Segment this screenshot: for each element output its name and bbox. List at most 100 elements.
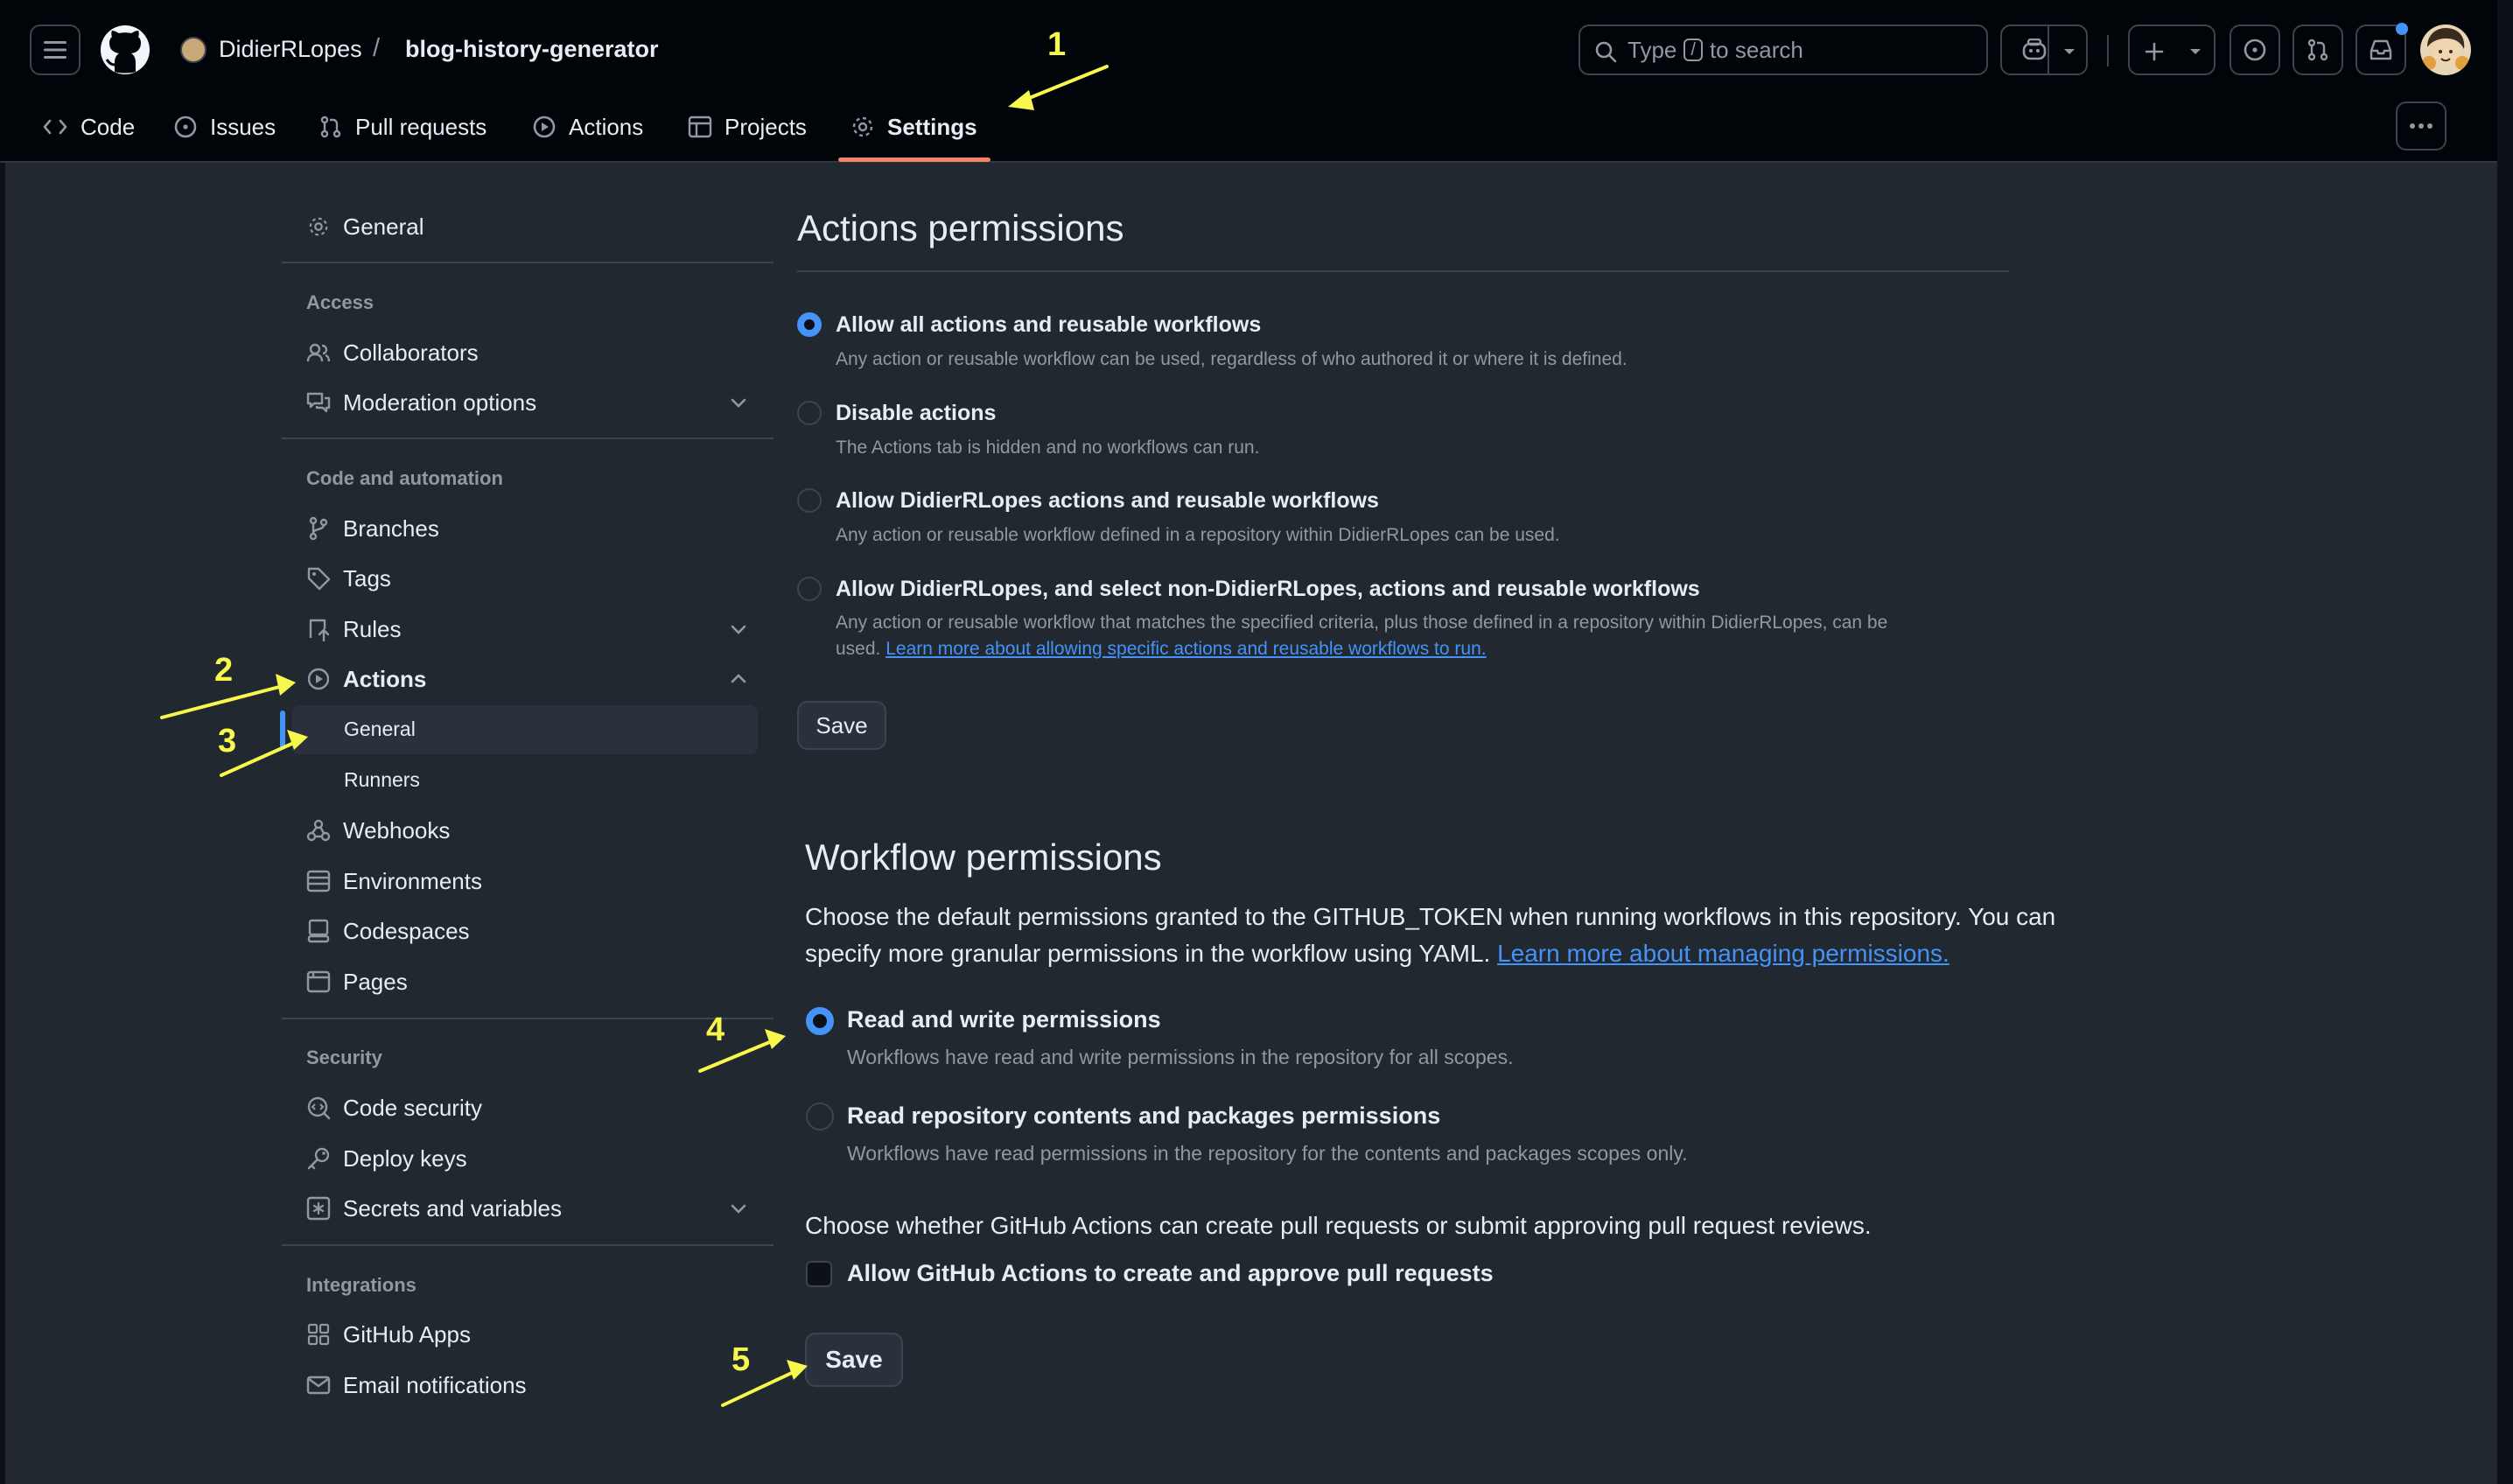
sidebar-item-email-notifications[interactable]: Email notifications [304, 1365, 760, 1405]
sidebar-item-label: Rules [343, 615, 402, 642]
sidebar-subitem-actions-runners[interactable]: Runners [344, 768, 420, 792]
option-title: Read repository contents and packages pe… [847, 1102, 1441, 1129]
caret-down-icon [2190, 49, 2201, 54]
actions-permissions-heading: Actions permissions [797, 207, 1124, 248]
pull-request-icon [320, 116, 341, 138]
allow-create-pr-label[interactable]: Allow GitHub Actions to create and appro… [847, 1260, 1494, 1287]
mail-icon [304, 1371, 332, 1399]
sidebar-item-label: Tags [343, 564, 391, 592]
save-actions-permissions-button[interactable]: Save [797, 701, 886, 750]
github-logo-icon[interactable] [100, 24, 150, 75]
tab-code[interactable]: Code [42, 109, 135, 144]
server-icon [304, 867, 332, 895]
tab-actions[interactable]: Actions [532, 109, 643, 144]
intro-text: specify more granular permissions in the… [805, 940, 1491, 967]
sidebar-heading-access: Access [306, 291, 374, 313]
selected-tab-underline [838, 158, 990, 162]
search-input[interactable]: Type / to search [1578, 24, 1988, 75]
chevron-down-icon [731, 625, 746, 634]
radio-disable-actions[interactable] [797, 401, 822, 425]
sidebar-item-label: Secrets and variables [343, 1194, 563, 1222]
annotation-number: 1 [1047, 26, 1067, 63]
repo-name-link[interactable]: blog-history-generator [405, 36, 659, 63]
workflow-permissions-heading: Workflow permissions [805, 836, 1162, 878]
sidebar-item-label: General [343, 213, 424, 240]
option-description: The Actions tab is hidden and no workflo… [836, 438, 1260, 458]
tab-issues[interactable]: Issues [173, 109, 276, 144]
learn-more-actions-link[interactable]: Learn more about allowing specific actio… [886, 639, 1486, 659]
copilot-divider [2048, 24, 2049, 75]
pr-permissions-question: Choose whether GitHub Actions can create… [805, 1212, 1872, 1239]
sidebar-item-tags[interactable]: Tags [304, 558, 760, 598]
allow-create-pr-checkbox[interactable] [806, 1261, 832, 1287]
header-divider [2107, 35, 2109, 66]
sidebar-item-webhooks[interactable]: Webhooks [304, 810, 760, 850]
save-workflow-permissions-button[interactable]: Save [805, 1333, 903, 1387]
sidebar-item-general[interactable]: General [304, 206, 760, 247]
sidebar-item-github-apps[interactable]: GitHub Apps [304, 1314, 760, 1354]
tab-pull-requests[interactable]: Pull requests [318, 109, 486, 144]
annotation-number: 5 [732, 1341, 751, 1378]
tab-settings[interactable]: Settings [850, 109, 977, 144]
issue-icon [174, 116, 197, 138]
sidebar-item-branches[interactable]: Branches [304, 508, 760, 549]
sidebar-item-environments[interactable]: Environments [304, 861, 760, 901]
tag-icon [304, 564, 332, 592]
repo-push-icon [304, 615, 332, 643]
create-new-button[interactable] [2128, 24, 2216, 75]
play-icon [533, 116, 556, 138]
apps-icon [304, 1320, 332, 1348]
tab-projects[interactable]: Projects [688, 109, 807, 144]
sidebar-item-label: Moderation options [343, 388, 537, 416]
learn-more-permissions-link[interactable]: Learn more about managing permissions. [1497, 940, 1950, 967]
sidebar-item-actions[interactable]: Actions [304, 659, 760, 699]
radio-allow-select-actions[interactable] [797, 577, 822, 601]
sidebar-subitem-actions-general[interactable]: General [344, 718, 416, 741]
sidebar-item-secrets[interactable]: Secrets and variables [304, 1188, 760, 1228]
option-description: Workflows have read and write permission… [847, 1046, 1514, 1068]
repo-owner-link[interactable]: DidierRLopes [219, 36, 362, 63]
sidebar-item-collaborators[interactable]: Collaborators [304, 332, 760, 373]
copilot-icon [2022, 38, 2047, 60]
radio-allow-all[interactable] [797, 312, 822, 337]
sidebar-divider [282, 1018, 774, 1019]
copilot-button[interactable] [2000, 24, 2088, 75]
tab-code-label: Code [80, 113, 136, 140]
search-shortcut-key: / [1684, 38, 1703, 61]
radio-allow-owner-actions[interactable] [797, 488, 822, 513]
sidebar-item-label: Actions [343, 665, 427, 692]
chevron-up-icon [731, 674, 746, 683]
git-branch-icon [304, 514, 332, 542]
radio-read-write[interactable] [806, 1007, 834, 1035]
sidebar-item-label: Environments [343, 867, 482, 894]
pull-requests-button[interactable] [2292, 24, 2343, 75]
sidebar-item-rules[interactable]: Rules [304, 609, 760, 649]
inbox-icon [2370, 39, 2392, 60]
option-description: Any action or reusable workflow that mat… [836, 610, 2017, 662]
copilot-caret-icon[interactable] [2063, 48, 2076, 55]
owner-avatar[interactable] [180, 37, 206, 63]
key-icon [304, 1144, 332, 1172]
pull-requests-icon [2307, 38, 2328, 61]
sidebar-item-moderation[interactable]: Moderation options [304, 382, 760, 423]
codespaces-icon [304, 917, 332, 945]
people-icon [304, 339, 332, 367]
sidebar-item-label: GitHub Apps [343, 1320, 471, 1348]
sidebar-item-deploy-keys[interactable]: Deploy keys [304, 1138, 760, 1179]
kebab-horizontal-icon [2410, 123, 2432, 129]
more-options-button[interactable] [2396, 102, 2446, 150]
tab-projects-label: Projects [724, 113, 807, 140]
avatar[interactable] [2420, 24, 2471, 75]
menu-button[interactable] [30, 24, 80, 75]
sidebar-item-pages[interactable]: Pages [304, 962, 760, 1002]
sidebar-item-codespaces[interactable]: Codespaces [304, 911, 760, 951]
sidebar-item-code-security[interactable]: Code security [304, 1088, 760, 1128]
issues-button[interactable] [2230, 24, 2280, 75]
notification-dot [2396, 23, 2408, 35]
chevron-down-icon [731, 1204, 746, 1214]
asterisk-icon [304, 1194, 332, 1222]
webhook-icon [304, 816, 332, 844]
option-description-text: Any action or reusable workflow that mat… [836, 612, 1888, 633]
browser-icon [304, 968, 332, 996]
radio-read-only[interactable] [806, 1102, 834, 1130]
